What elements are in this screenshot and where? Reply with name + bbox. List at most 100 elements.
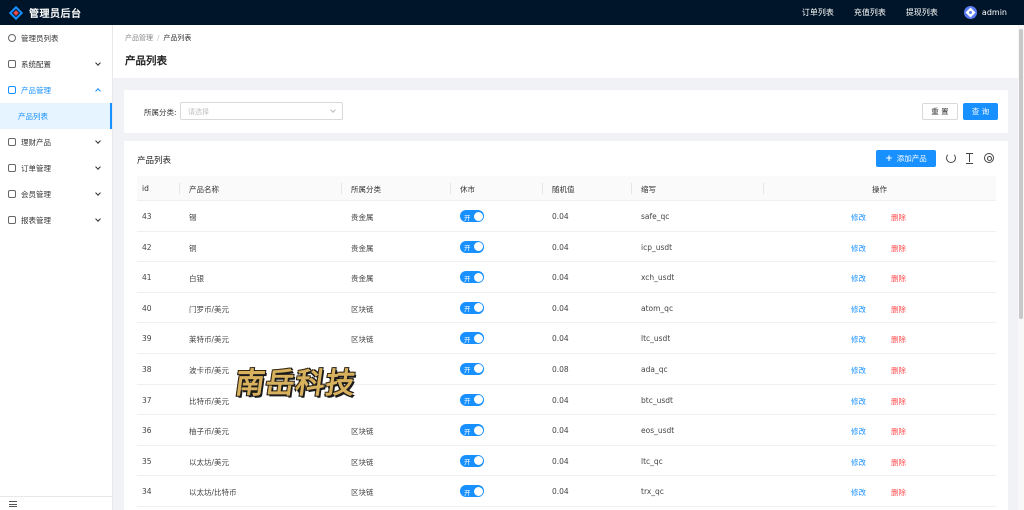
delete-link[interactable]: 删除 <box>891 243 906 254</box>
topnav-orders[interactable]: 订单列表 <box>802 7 834 18</box>
app-title: 管理员后台 <box>29 9 82 20</box>
app-logo[interactable]: 管理员后台 <box>0 5 114 20</box>
edit-link[interactable]: 修改 <box>851 304 866 315</box>
col-category[interactable]: 所属分类 <box>351 184 381 195</box>
delete-link[interactable]: 删除 <box>891 273 906 284</box>
edit-link[interactable]: 修改 <box>851 273 866 284</box>
search-form: 所属分类: 请选择 重 置 查 询 <box>124 90 1008 133</box>
cell-product-name: 以太坊/比特币 <box>189 488 237 498</box>
table-row: 35 以太坊/美元 区块链 开 0.04 ltc_qc 修改 删除 <box>137 446 996 477</box>
watermark-logo: 南岳科技 <box>233 352 376 410</box>
watermark-text: 南岳科技 <box>233 366 359 400</box>
table-row: 40 门罗币/美元 区块链 开 0.04 atom_qc 修改 删除 <box>137 293 996 324</box>
home-icon <box>8 60 16 68</box>
add-product-button[interactable]: + 添加产品 <box>876 150 936 167</box>
setting-icon[interactable] <box>984 153 994 163</box>
user-menu[interactable]: admin <box>963 6 1007 19</box>
edit-link[interactable]: 修改 <box>851 365 866 376</box>
sidebar-item-member-management[interactable]: 会员管理 <box>0 181 112 207</box>
market-closed-switch[interactable]: 开 <box>460 301 484 314</box>
market-closed-switch[interactable]: 开 <box>460 424 484 437</box>
sidebar-subitem-product-list[interactable]: 产品列表 <box>0 103 112 129</box>
plus-icon: + <box>885 153 893 164</box>
market-closed-switch[interactable]: 开 <box>460 362 484 375</box>
scrollbar-thumb[interactable] <box>1019 29 1023 319</box>
delete-link[interactable]: 删除 <box>891 396 906 407</box>
switch-label: 开 <box>464 335 471 344</box>
menu-fold-icon <box>9 501 17 507</box>
market-closed-switch[interactable]: 开 <box>460 210 484 222</box>
edit-link[interactable]: 修改 <box>851 212 866 223</box>
edit-link[interactable]: 修改 <box>851 334 866 345</box>
delete-link[interactable]: 删除 <box>891 304 906 315</box>
switch-knob <box>473 333 483 343</box>
page-scrollbar[interactable] <box>1018 25 1024 510</box>
col-product-name[interactable]: 产品名称 <box>189 184 219 195</box>
cell-product-name: 白银 <box>189 274 204 284</box>
column-height-icon[interactable] <box>965 153 975 164</box>
avatar[interactable] <box>963 6 977 19</box>
delete-link[interactable]: 删除 <box>891 487 906 498</box>
topnav-recharge[interactable]: 充值列表 <box>854 7 886 18</box>
switch-label: 开 <box>464 458 471 467</box>
market-closed-switch[interactable]: 开 <box>460 454 484 467</box>
sidebar-item-wealth-products[interactable]: 理财产品 <box>0 129 112 155</box>
reset-button[interactable]: 重 置 <box>922 103 958 120</box>
chevron-down-icon <box>95 216 101 222</box>
delete-link[interactable]: 删除 <box>891 365 906 376</box>
switch-knob <box>473 395 483 405</box>
market-closed-switch[interactable]: 开 <box>460 332 484 345</box>
delete-link[interactable]: 删除 <box>891 457 906 468</box>
cell-product-name: 铜 <box>189 243 197 253</box>
cell-random-value: 0.04 <box>552 334 569 344</box>
topnav-withdraw[interactable]: 提现列表 <box>906 7 938 18</box>
sidebar-item-report-management[interactable]: 报表管理 <box>0 207 112 233</box>
market-closed-switch[interactable]: 开 <box>460 271 484 284</box>
edit-link[interactable]: 修改 <box>851 396 866 407</box>
market-closed-switch[interactable]: 开 <box>460 393 484 406</box>
cell-category: 区块链 <box>351 457 374 467</box>
delete-link[interactable]: 删除 <box>891 212 906 223</box>
delete-link[interactable]: 删除 <box>891 426 906 437</box>
cell-category: 贵金属 <box>351 243 374 253</box>
cell-abbreviation: ltc_usdt <box>641 334 671 344</box>
edit-link[interactable]: 修改 <box>851 487 866 498</box>
cell-abbreviation: ada_qc <box>641 364 668 374</box>
edit-link[interactable]: 修改 <box>851 457 866 468</box>
breadcrumb-parent[interactable]: 产品管理 <box>125 34 153 42</box>
col-market-closed[interactable]: 休市 <box>460 184 475 195</box>
edit-link[interactable]: 修改 <box>851 426 866 437</box>
sidebar-item-label: 管理员列表 <box>21 33 59 43</box>
sidebar-subitem-label: 产品列表 <box>18 111 48 121</box>
market-closed-switch[interactable]: 开 <box>460 240 484 253</box>
sidebar-item-product-management[interactable]: 产品管理 <box>0 77 112 103</box>
chevron-down-icon <box>95 138 101 144</box>
table-row: 42 铜 贵金属 开 0.04 icp_usdt 修改 删除 <box>137 232 996 263</box>
delete-link[interactable]: 删除 <box>891 334 906 345</box>
sidebar-item-system-config[interactable]: 系统配置 <box>0 51 112 77</box>
cell-random-value: 0.04 <box>552 456 569 466</box>
cell-category: 区块链 <box>351 488 374 498</box>
col-abbreviation[interactable]: 缩写 <box>641 184 656 195</box>
cell-product-name: 莱特币/美元 <box>189 335 230 345</box>
category-select[interactable]: 请选择 <box>180 102 343 120</box>
edit-link[interactable]: 修改 <box>851 243 866 254</box>
cell-id: 39 <box>142 334 152 344</box>
sidebar-collapse-button[interactable] <box>0 496 112 510</box>
breadcrumb-current: 产品列表 <box>163 34 192 42</box>
cell-product-name: 波卡币/美元 <box>189 365 230 375</box>
market-closed-switch[interactable]: 开 <box>460 485 484 498</box>
table-row: 34 以太坊/比特币 区块链 开 0.04 trx_qc 修改 删除 <box>137 476 996 507</box>
sidebar-item-admin-list[interactable]: 管理员列表 <box>0 25 112 51</box>
home-icon <box>8 164 16 172</box>
sidebar-item-order-management[interactable]: 订单管理 <box>0 155 112 181</box>
col-random-value[interactable]: 随机值 <box>552 184 575 195</box>
cell-product-name: 门罗币/美元 <box>189 304 230 314</box>
refresh-icon[interactable] <box>946 153 956 163</box>
sidebar-item-label: 订单管理 <box>21 163 51 173</box>
home-icon <box>8 190 16 198</box>
cell-abbreviation: safe_qc <box>641 212 670 221</box>
col-id[interactable]: id <box>142 184 149 193</box>
cell-product-name: 以太坊/美元 <box>189 457 230 467</box>
query-button[interactable]: 查 询 <box>963 103 998 120</box>
